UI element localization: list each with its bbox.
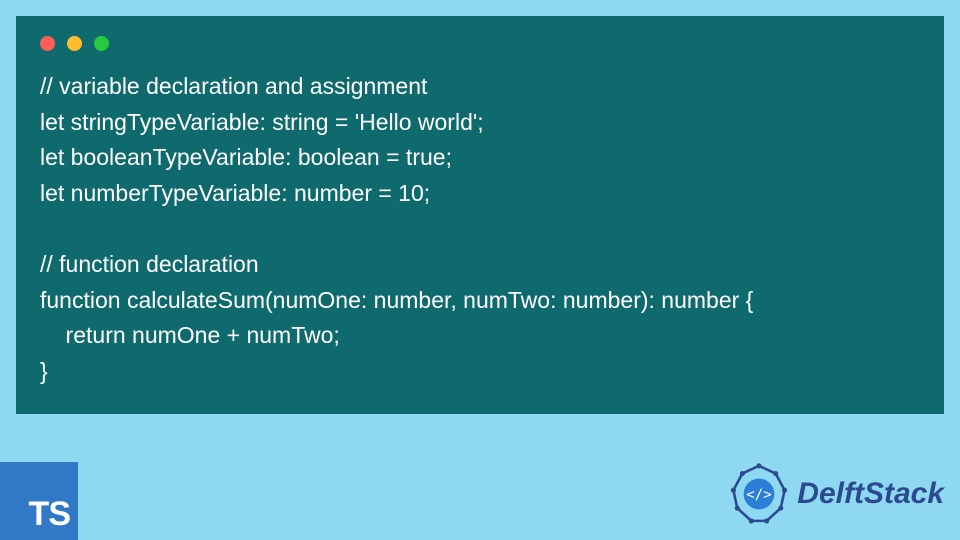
svg-text:</>: </> [747, 487, 772, 503]
brand-name: DelftStack [797, 477, 944, 511]
typescript-badge-label: TS [29, 495, 70, 534]
window-controls [40, 36, 920, 51]
code-block: // variable declaration and assignment l… [40, 69, 920, 390]
close-icon [40, 36, 55, 51]
code-window: // variable declaration and assignment l… [16, 16, 944, 414]
typescript-badge: TS [0, 462, 78, 540]
maximize-icon [94, 36, 109, 51]
minimize-icon [67, 36, 82, 51]
brand: </> DelftStack [727, 462, 944, 526]
brand-logo-icon: </> [727, 462, 791, 526]
